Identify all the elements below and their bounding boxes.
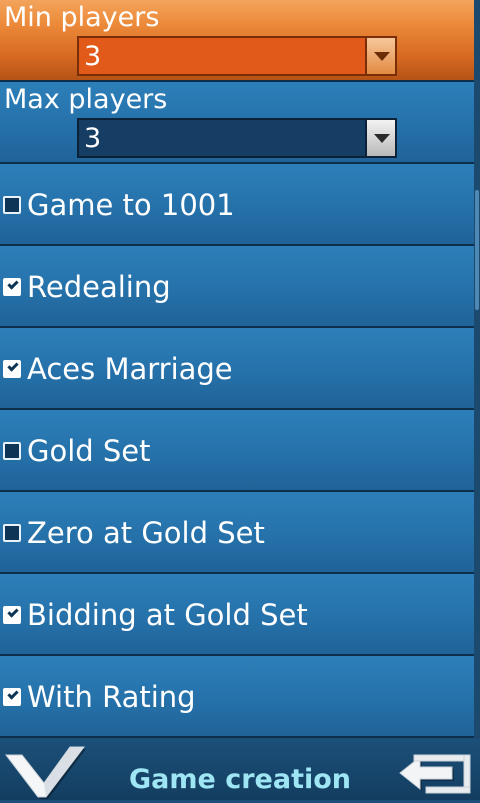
checkbox-checked[interactable] [3,360,21,378]
option-with-rating[interactable]: With Rating [0,656,474,738]
max-players-value: 3 [84,123,102,154]
checkbox-checked[interactable] [3,606,21,624]
chevron-down-icon [374,52,390,61]
option-redealing[interactable]: Redealing [0,246,474,328]
option-label: With Rating [27,680,196,714]
option-bidding-at-gold-set[interactable]: Bidding at Gold Set [0,574,474,656]
option-label: Bidding at Gold Set [27,598,308,632]
option-label: Game to 1001 [27,188,235,222]
scrollbar[interactable] [474,0,480,739]
max-players-label: Max players [4,84,168,115]
back-button[interactable] [392,743,474,797]
checkbox-unchecked[interactable] [3,442,21,460]
option-label: Redealing [27,270,171,304]
option-label: Gold Set [27,434,151,468]
option-zero-at-gold-set[interactable]: Zero at Gold Set [0,492,474,574]
checkbox-unchecked[interactable] [3,524,21,542]
min-players-select[interactable]: 3 [77,36,397,76]
chevron-down-icon [374,134,390,143]
min-players-label: Min players [4,2,160,33]
checkbox-checked[interactable] [3,688,21,706]
checkbox-checked[interactable] [3,278,21,296]
max-players-select[interactable]: 3 [77,118,397,158]
checkmark-icon [7,606,19,618]
option-game-to-1001[interactable]: Game to 1001 [0,164,474,246]
back-arrow-icon [399,754,471,794]
min-players-dropdown-button[interactable] [365,38,395,74]
option-label: Zero at Gold Set [27,516,265,550]
max-players-dropdown-button[interactable] [365,120,395,156]
checkmark-icon [7,688,19,700]
option-label: Aces Marriage [27,352,233,386]
max-players-row[interactable]: Max players 3 [0,82,474,164]
scrollbar-thumb[interactable] [475,190,479,310]
bottom-bar: Game creation [0,739,480,800]
settings-list: Min players 3 Max players 3 Game to 1001… [0,0,474,739]
option-aces-marriage[interactable]: Aces Marriage [0,328,474,410]
option-gold-set[interactable]: Gold Set [0,410,474,492]
min-players-value: 3 [84,41,102,72]
checkmark-icon [7,360,19,372]
checkbox-unchecked[interactable] [3,196,21,214]
checkmark-icon [7,278,19,290]
min-players-row[interactable]: Min players 3 [0,0,474,82]
